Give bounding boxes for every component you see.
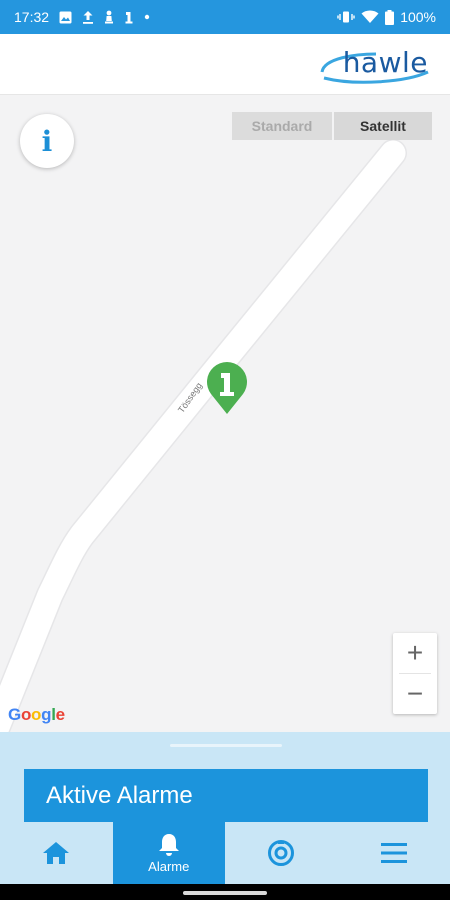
chess-icon — [104, 10, 114, 24]
google-letter: G — [8, 705, 21, 724]
bell-icon — [158, 833, 179, 856]
bottom-nav: Alarme — [0, 822, 450, 884]
nav-alarme[interactable]: Alarme — [112, 822, 225, 884]
nav-home[interactable] — [0, 822, 113, 884]
hawle-logo: hawle — [316, 42, 432, 88]
map-type-standard-button[interactable]: Standard — [232, 112, 332, 140]
status-time: 17:32 — [14, 9, 50, 25]
wifi-icon — [361, 10, 379, 24]
map-type-toggle: Standard Satellit — [232, 112, 432, 140]
sheet-drag-handle[interactable] — [170, 744, 282, 747]
home-indicator[interactable] — [183, 891, 267, 895]
map-view[interactable]: Tössegg i Standard Satellit + − Google — [0, 95, 450, 732]
map-type-satellit-button[interactable]: Satellit — [332, 112, 432, 140]
home-icon — [43, 842, 70, 864]
google-logo: Google — [8, 705, 65, 725]
menu-icon — [380, 843, 407, 863]
upload-icon — [82, 10, 94, 24]
zoom-out-button[interactable]: − — [393, 674, 437, 714]
google-letter: o — [31, 705, 42, 724]
info-icon: i — [41, 124, 53, 158]
active-alarms-header[interactable]: Aktive Alarme — [24, 769, 428, 822]
image-icon — [59, 11, 72, 24]
nav-alarme-label: Alarme — [148, 858, 190, 874]
nav-menu[interactable] — [338, 822, 450, 884]
hydrant-marker[interactable] — [205, 361, 249, 415]
battery-percent: 100% — [400, 9, 436, 25]
zoom-controls: + − — [393, 633, 437, 714]
dot-icon — [144, 14, 150, 20]
google-letter: g — [41, 705, 52, 724]
nav-hydrant[interactable] — [225, 822, 338, 884]
hydrant-top-icon — [268, 840, 295, 866]
active-alarms-title: Aktive Alarme — [46, 781, 193, 809]
info-button[interactable]: i — [20, 114, 74, 168]
google-letter: o — [20, 705, 32, 724]
hydrant-icon — [124, 10, 134, 24]
status-bar: 17:32 100% — [0, 0, 450, 34]
google-letter: e — [55, 705, 65, 724]
battery-icon — [385, 9, 395, 25]
app-header: hawle — [0, 34, 450, 95]
alarm-sheet[interactable]: Aktive Alarme — [0, 732, 450, 822]
vibrate-icon — [337, 11, 355, 23]
zoom-in-button[interactable]: + — [393, 633, 437, 673]
